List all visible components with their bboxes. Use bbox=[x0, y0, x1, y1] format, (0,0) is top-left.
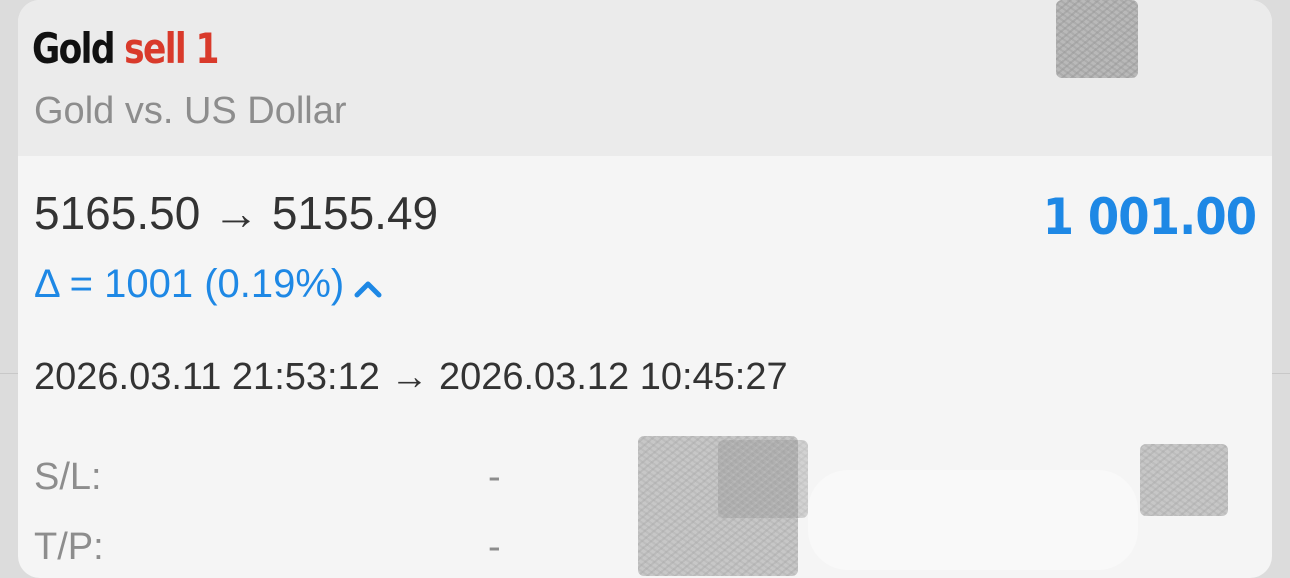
profit-value: 1 001.00 bbox=[1042, 188, 1257, 246]
redacted-area bbox=[1056, 0, 1138, 78]
open-close-times: 2026.03.11 21:53:12 → 2026.03.12 10:45:2… bbox=[34, 356, 788, 398]
trade-side-volume: sell 1 bbox=[124, 24, 219, 73]
redacted-area bbox=[1140, 444, 1228, 516]
take-profit-label: T/P: bbox=[34, 526, 104, 568]
open-close-prices: 5165.50 → 5155.49 bbox=[34, 187, 439, 239]
chevron-up-icon bbox=[354, 264, 382, 309]
position-header: Gold sell 1 Gold vs. US Dollar bbox=[18, 0, 1272, 156]
position-card[interactable]: Gold sell 1 Gold vs. US Dollar 5165.50 →… bbox=[18, 0, 1272, 578]
stop-loss-label: S/L: bbox=[34, 456, 102, 498]
symbol-description: Gold vs. US Dollar bbox=[34, 90, 347, 132]
redacted-area bbox=[718, 440, 808, 518]
position-title: Gold sell 1 bbox=[32, 24, 219, 73]
symbol-name: Gold bbox=[32, 24, 115, 73]
stop-loss-value: - bbox=[488, 456, 501, 498]
take-profit-value: - bbox=[488, 526, 501, 568]
price-delta: Δ = 1001 (0.19%) bbox=[34, 262, 382, 309]
redacted-area bbox=[808, 470, 1138, 570]
price-delta-text: Δ = 1001 (0.19%) bbox=[34, 262, 345, 306]
